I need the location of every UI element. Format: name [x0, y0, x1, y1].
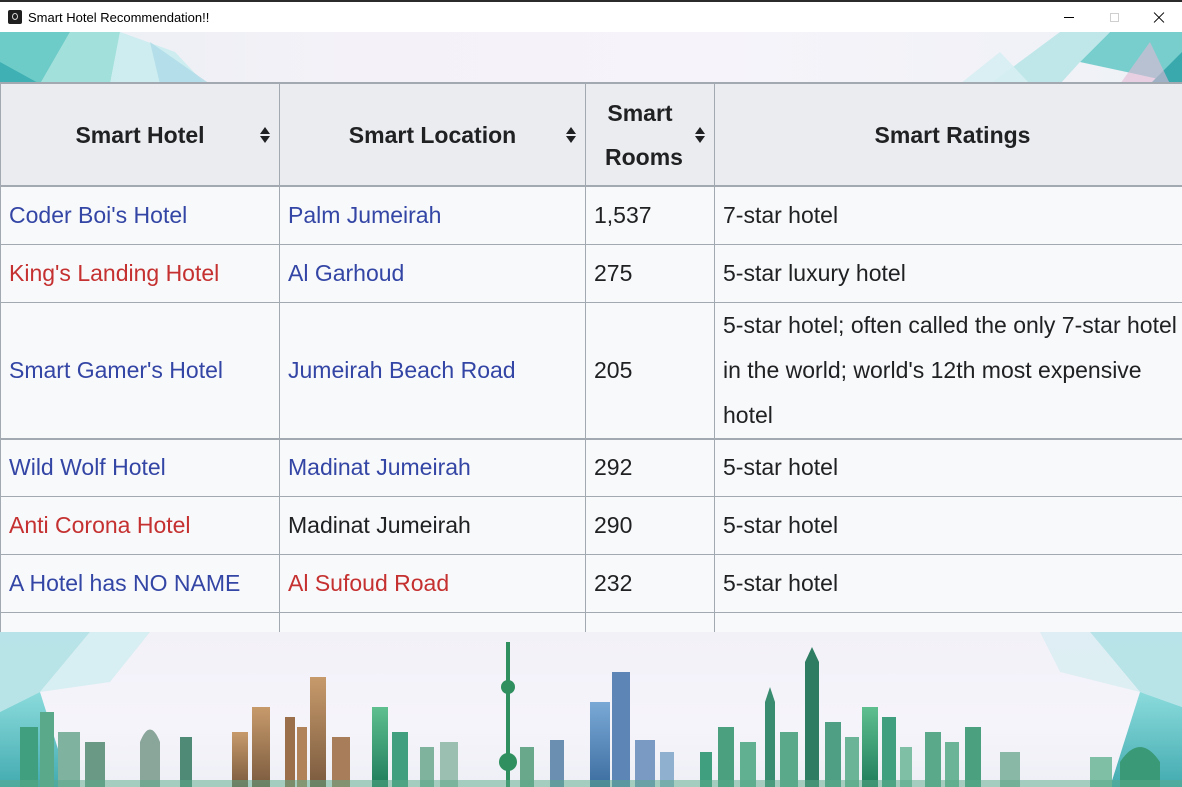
- top-decorative-banner: [0, 32, 1182, 84]
- rating-text: 5-star hotel; often called the only 7-st…: [723, 311, 1177, 428]
- app-logo-icon: [8, 10, 22, 24]
- rating-text: 5-star hotel: [723, 570, 839, 596]
- table-row: Smart Gamer's Hotel Jumeirah Beach Road 20…: [0, 301, 1182, 440]
- rooms-value: 290: [594, 512, 633, 538]
- rating-text-cell: 5-star luxury hotel: [714, 243, 1182, 303]
- rooms-value-cell: 205: [585, 301, 715, 440]
- location-link[interactable]: Jumeirah Beach Road: [288, 357, 516, 383]
- hotel-table: Smart Hotel Smart Location Smart Rooms S…: [0, 82, 1182, 632]
- location-link-cell: Palm Jumeirah: [279, 185, 586, 245]
- rooms-value-cell: 275: [585, 243, 715, 303]
- table-row: King's Landing Hotel Al Garhoud 275 5-star …: [0, 243, 1182, 303]
- city-skyline-illustration: [0, 632, 1182, 787]
- bottom-skyline-banner: [0, 632, 1182, 787]
- rooms-value-cell: 232: [585, 554, 715, 613]
- table-row: A Hotel has NO NAME Al Sufoud Road 232 5-st…: [0, 554, 1182, 613]
- rating-text-cell: 5-star hotel; often called the only 7-st…: [714, 301, 1182, 440]
- rooms-value: 275: [594, 259, 633, 286]
- maximize-button[interactable]: [1091, 2, 1137, 32]
- location-link-cell: Jumeirah Beach Road: [279, 301, 586, 440]
- hotel-name-link-cell: Anti Corona Hotel: [0, 496, 280, 555]
- close-button[interactable]: [1136, 2, 1182, 32]
- rating-text-cell: 7-star hotel: [714, 185, 1182, 245]
- rooms-value-cell: 292: [585, 438, 715, 497]
- hotel-name-link[interactable]: Wild Wolf Hotel: [9, 454, 166, 480]
- sort-icon[interactable]: [566, 126, 576, 143]
- rating-text-cell: 5-star hotel: [714, 612, 1182, 632]
- sort-icon[interactable]: [260, 126, 270, 143]
- location-link[interactable]: Al Sufoud Road: [288, 570, 449, 596]
- hotel-name-link[interactable]: A Hotel has NO NAME: [9, 570, 240, 596]
- rooms-value: 1,537: [594, 201, 652, 228]
- rating-text: 5-star hotel: [723, 454, 839, 481]
- hotel-name-link[interactable]: King's Landing Hotel: [9, 260, 219, 286]
- location-link-cell: Al Garhoud: [279, 243, 586, 303]
- rooms-value: 292: [594, 454, 633, 481]
- rooms-value: 232: [594, 570, 633, 596]
- hotel-name-link-cell: Smart Bajrang Dal Hotel: [0, 612, 280, 632]
- hotel-name-link[interactable]: Anti Corona Hotel: [9, 512, 191, 538]
- hotel-table-container: Smart Hotel Smart Location Smart Rooms S…: [0, 82, 1182, 632]
- window-title: Smart Hotel Recommendation!!: [28, 10, 210, 25]
- close-icon: [1153, 11, 1165, 23]
- rooms-value: 205: [594, 356, 633, 383]
- column-header-label: Smart Hotel: [75, 121, 205, 148]
- table-row: Coder Boi's Hotel Palm Jumeirah 1,537 7-sta…: [0, 185, 1182, 245]
- location-link[interactable]: Palm Jumeirah: [288, 202, 441, 228]
- column-header-label: Smart Location: [348, 121, 517, 148]
- column-header-ratings: Smart Ratings: [714, 82, 1182, 187]
- hotel-name-link[interactable]: Coder Boi's Hotel: [9, 202, 187, 228]
- minimize-icon: [1064, 16, 1074, 18]
- rating-text: 7-star hotel: [723, 201, 839, 228]
- geometric-decoration-top: [0, 32, 1182, 84]
- hotel-name-link-cell: Smart Gamer's Hotel: [0, 301, 280, 440]
- hotel-name-link-cell: Wild Wolf Hotel: [0, 438, 280, 497]
- hotel-name-link-cell: King's Landing Hotel: [0, 243, 280, 303]
- location-link[interactable]: Madinat Jumeirah: [288, 454, 471, 480]
- rooms-value-cell: 290: [585, 496, 715, 555]
- window-titlebar[interactable]: Smart Hotel Recommendation!!: [0, 0, 1182, 32]
- table-row: Anti Corona Hotel Madinat Jumeirah 290 5-st…: [0, 496, 1182, 555]
- hotel-name-link-cell: Coder Boi's Hotel: [0, 185, 280, 245]
- rating-text-cell: 5-star hotel: [714, 554, 1182, 613]
- table-row: Wild Wolf Hotel Madinat Jumeirah 292 5-star…: [0, 438, 1182, 497]
- rating-text-cell: 5-star hotel: [714, 496, 1182, 555]
- column-header-label: Smart Ratings: [874, 121, 1031, 148]
- hotel-name-link[interactable]: Smart Gamer's Hotel: [9, 357, 223, 383]
- maximize-icon: [1109, 12, 1119, 22]
- column-header-label: Smart Rooms: [605, 99, 683, 170]
- location-link-cell: Habtoor Bridge: [279, 612, 586, 632]
- location-link[interactable]: Al Garhoud: [288, 260, 404, 286]
- column-header-rooms[interactable]: Smart Rooms: [585, 82, 715, 187]
- rating-text: 5-star luxury hotel: [723, 259, 906, 286]
- column-header-location[interactable]: Smart Location: [279, 82, 586, 187]
- table-header-row: Smart Hotel Smart Location Smart Rooms S…: [0, 82, 1182, 187]
- rating-text: 5-star hotel: [723, 512, 839, 538]
- sort-icon[interactable]: [695, 126, 705, 143]
- location-link-cell: Madinat Jumeirah: [279, 496, 586, 555]
- table-row: Smart Bajrang Dal HotelHabtoor Bridge682…: [0, 612, 1182, 632]
- rooms-value-cell: 1,537: [585, 185, 715, 245]
- rooms-value-cell: 682: [585, 612, 715, 632]
- location-link: Madinat Jumeirah: [288, 512, 471, 538]
- minimize-button[interactable]: [1046, 2, 1092, 32]
- rating-text-cell: 5-star hotel: [714, 438, 1182, 497]
- column-header-hotel[interactable]: Smart Hotel: [0, 82, 280, 187]
- hotel-name-link-cell: A Hotel has NO NAME: [0, 554, 280, 613]
- location-link-cell: Madinat Jumeirah: [279, 438, 586, 497]
- location-link-cell: Al Sufoud Road: [279, 554, 586, 613]
